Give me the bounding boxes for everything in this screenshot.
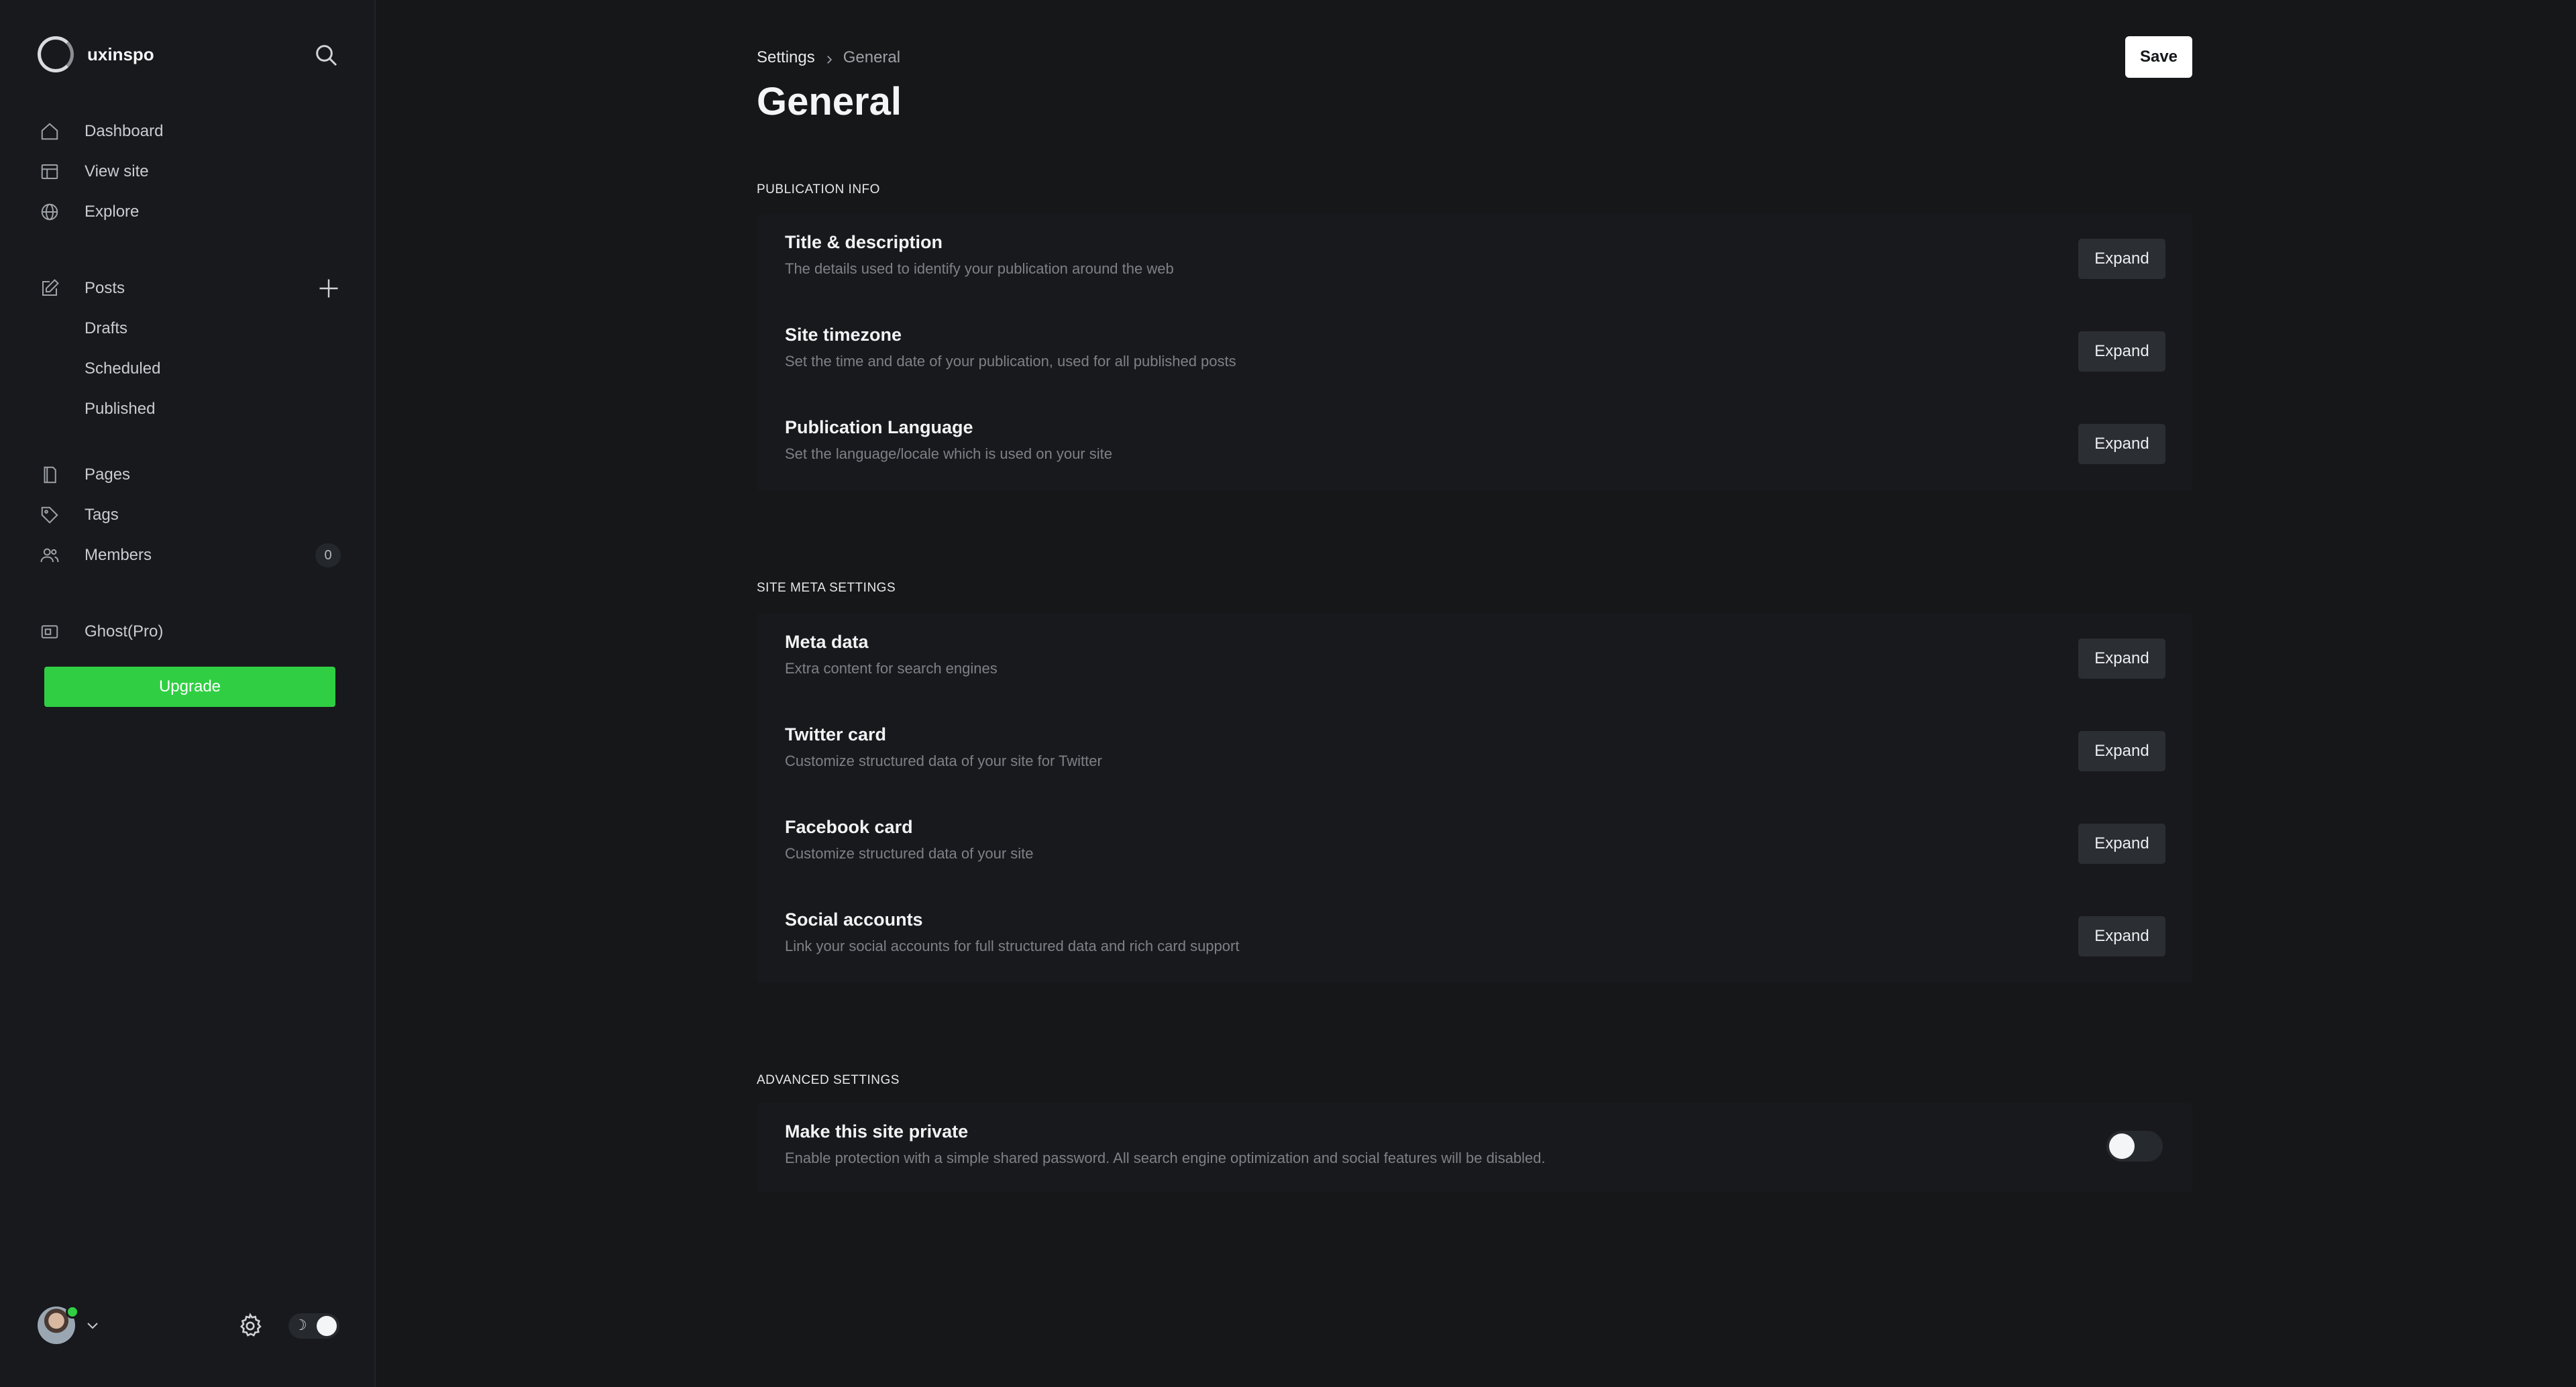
row-description: Link your social accounts for full struc… — [785, 938, 1240, 954]
primary-nav: Dashboard View site Explore — [38, 111, 341, 232]
setting-row-facebook-card: Facebook card Customize structured data … — [757, 798, 2192, 891]
page-title: General — [757, 80, 902, 123]
row-title: Social accounts — [785, 909, 923, 930]
layout-icon — [38, 160, 62, 184]
row-description: Set the time and date of your publicatio… — [785, 353, 1236, 370]
nav-item-pages[interactable]: Pages — [38, 455, 341, 495]
nav-label-explore: Explore — [85, 203, 140, 221]
nav-item-dashboard[interactable]: Dashboard — [38, 111, 341, 152]
posts-nav: Posts Drafts Scheduled Published — [38, 268, 341, 429]
nav-item-published[interactable]: Published — [38, 389, 341, 429]
sidebar-footer: ☽ — [38, 1305, 339, 1345]
breadcrumb: Settings General — [757, 48, 900, 67]
credit-card-icon — [38, 620, 62, 644]
nav-item-posts[interactable]: Posts — [38, 268, 341, 309]
settings-main: Settings General General Save Publicatio… — [376, 0, 2576, 1387]
setting-row-meta-data: Meta data Extra content for search engin… — [757, 613, 2192, 706]
nav-item-members[interactable]: Members 0 — [38, 535, 341, 575]
nav-label-posts: Posts — [85, 279, 125, 297]
brand-logo — [38, 36, 74, 72]
gear-icon[interactable] — [236, 1312, 264, 1340]
chevron-down-icon[interactable] — [85, 1317, 101, 1333]
nav-label-pages: Pages — [85, 465, 131, 484]
new-post-plus-icon[interactable] — [317, 276, 341, 300]
theme-toggle[interactable]: ☽ — [288, 1313, 339, 1339]
nav-item-view-site[interactable]: View site — [38, 152, 341, 192]
online-status-dot — [66, 1305, 79, 1319]
nav-label-tags: Tags — [85, 506, 119, 524]
setting-row-publication-language: Publication Language Set the language/lo… — [757, 398, 2192, 491]
expand-button[interactable]: Expand — [2078, 731, 2165, 771]
moon-icon: ☽ — [294, 1317, 307, 1333]
brand-name: uxinspo — [87, 44, 154, 64]
row-description: Set the language/locale which is used on… — [785, 445, 1112, 462]
row-title: Title & description — [785, 232, 943, 252]
advanced-group: Make this site private Enable protection… — [757, 1103, 2192, 1192]
site-meta-group: Meta data Extra content for search engin… — [757, 613, 2192, 983]
section-label-site-meta: Site meta settings — [757, 581, 896, 595]
nav-label-members: Members — [85, 546, 152, 564]
row-description: The details used to identify your public… — [785, 260, 1174, 277]
globe-icon — [38, 200, 62, 224]
toggle-knob — [2109, 1133, 2135, 1159]
nav-label-ghost-pro: Ghost(Pro) — [85, 622, 164, 641]
expand-button[interactable]: Expand — [2078, 824, 2165, 864]
expand-button[interactable]: Expand — [2078, 916, 2165, 956]
nav-label-view-site: View site — [85, 162, 149, 180]
secondary-nav: Pages Tags Members 0 — [38, 455, 341, 575]
members-count-badge: 0 — [315, 543, 341, 567]
row-description: Customize structured data of your site f… — [785, 753, 1102, 769]
upgrade-button[interactable]: Upgrade — [44, 667, 335, 707]
setting-row-private-site: Make this site private Enable protection… — [757, 1103, 2192, 1195]
nav-item-scheduled[interactable]: Scheduled — [38, 349, 341, 389]
row-title: Twitter card — [785, 724, 887, 744]
private-site-toggle[interactable] — [2106, 1131, 2163, 1162]
setting-row-site-timezone: Site timezone Set the time and date of y… — [757, 306, 2192, 398]
row-description: Customize structured data of your site — [785, 845, 1034, 862]
setting-row-twitter-card: Twitter card Customize structured data o… — [757, 706, 2192, 798]
home-icon — [38, 119, 62, 144]
row-title: Meta data — [785, 632, 869, 652]
section-label-advanced: Advanced settings — [757, 1073, 900, 1087]
theme-toggle-knob — [317, 1316, 337, 1336]
row-description: Enable protection with a simple shared p… — [785, 1150, 1546, 1166]
save-button[interactable]: Save — [2125, 36, 2192, 78]
tag-icon — [38, 503, 62, 527]
row-title: Make this site private — [785, 1121, 969, 1142]
nav-item-explore[interactable]: Explore — [38, 192, 341, 232]
row-title: Publication Language — [785, 417, 973, 437]
publication-group: Title & description The details used to … — [757, 213, 2192, 491]
nav-item-ghost-pro[interactable]: Ghost(Pro) — [38, 612, 341, 652]
ghost-pro-nav: Ghost(Pro) — [38, 612, 341, 652]
brand[interactable]: uxinspo — [38, 36, 154, 72]
page-icon — [38, 463, 62, 487]
expand-button[interactable]: Expand — [2078, 639, 2165, 679]
expand-button[interactable]: Expand — [2078, 331, 2165, 372]
sidebar: uxinspo Dashboard View site Explore Post… — [0, 0, 376, 1387]
section-label-publication: Publication info — [757, 182, 880, 197]
nav-item-tags[interactable]: Tags — [38, 495, 341, 535]
nav-label-dashboard: Dashboard — [85, 122, 164, 140]
expand-button[interactable]: Expand — [2078, 239, 2165, 279]
row-title: Facebook card — [785, 817, 913, 837]
nav-item-drafts[interactable]: Drafts — [38, 309, 341, 349]
breadcrumb-settings[interactable]: Settings — [757, 48, 815, 67]
chevron-right-icon — [823, 52, 835, 64]
members-icon — [38, 543, 62, 567]
expand-button[interactable]: Expand — [2078, 424, 2165, 464]
edit-icon — [38, 276, 62, 300]
row-description: Extra content for search engines — [785, 660, 998, 677]
setting-row-social-accounts: Social accounts Link your social account… — [757, 891, 2192, 983]
row-title: Site timezone — [785, 325, 902, 345]
breadcrumb-current: General — [843, 48, 901, 66]
setting-row-title-description: Title & description The details used to … — [757, 213, 2192, 306]
search-icon[interactable] — [313, 42, 339, 68]
